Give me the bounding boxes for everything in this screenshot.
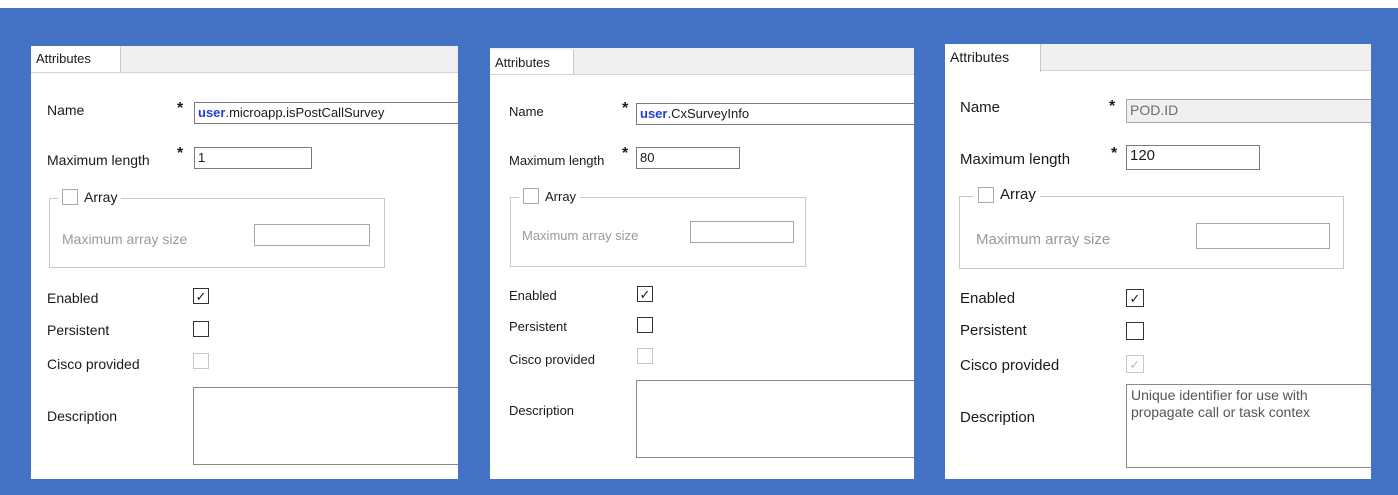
check-icon: ✓	[1129, 290, 1141, 306]
required-marker: *	[622, 100, 629, 117]
array-label: Array	[1000, 186, 1036, 203]
array-legend: Array	[974, 186, 1040, 203]
name-label: Name	[509, 104, 544, 119]
description-line: propagate call or task contex	[1131, 404, 1310, 420]
required-marker: *	[177, 100, 184, 117]
required-marker: *	[177, 145, 184, 162]
tab-attributes[interactable]: Attributes	[490, 50, 574, 74]
required-marker: *	[1111, 145, 1118, 162]
max-length-label: Maximum length	[47, 152, 150, 168]
persistent-checkbox[interactable]	[193, 321, 209, 337]
cisco-provided-label: Cisco provided	[47, 356, 140, 372]
enabled-label: Enabled	[47, 290, 99, 306]
cisco-provided-checkbox: ✓	[1126, 355, 1144, 373]
tab-strip: Attributes	[31, 46, 458, 73]
array-size-label: Maximum array size	[522, 228, 639, 243]
persistent-label: Persistent	[47, 322, 110, 338]
name-prefix: user	[640, 106, 668, 121]
array-label: Array	[545, 188, 577, 204]
tab-strip: Attributes	[490, 48, 914, 75]
description-label: Description	[47, 408, 118, 424]
attributes-panel-3: Attributes Name * POD.ID Maximum length …	[945, 44, 1371, 479]
enabled-checkbox[interactable]: ✓	[193, 288, 209, 304]
name-label: Name	[47, 102, 85, 118]
array-size-field[interactable]	[1196, 223, 1330, 249]
max-length-field[interactable]: 120	[1126, 145, 1260, 170]
name-value: .CxSurveyInfo	[667, 106, 750, 121]
max-length-label: Maximum length	[509, 153, 605, 168]
name-field[interactable]: user.microapp.isPostCallSurvey	[194, 102, 458, 124]
description-field[interactable]	[636, 380, 914, 458]
required-marker: *	[1109, 98, 1116, 115]
array-group: Array Maximum array size	[49, 189, 385, 268]
enabled-label: Enabled	[509, 288, 557, 303]
cisco-provided-label: Cisco provided	[960, 357, 1060, 374]
cisco-provided-checkbox	[193, 353, 209, 369]
array-checkbox[interactable]	[523, 188, 539, 204]
max-length-label: Maximum length	[960, 151, 1071, 168]
array-size-label: Maximum array size	[976, 231, 1111, 248]
description-field[interactable]	[193, 387, 458, 465]
persistent-label: Persistent	[509, 319, 567, 334]
top-border	[0, 0, 1398, 8]
array-group: Array Maximum array size	[510, 188, 806, 267]
cisco-provided-checkbox	[637, 348, 653, 364]
name-value: POD.ID	[1130, 102, 1179, 118]
array-checkbox[interactable]	[62, 189, 78, 205]
tab-strip: Attributes	[945, 44, 1371, 72]
array-label: Array	[84, 189, 118, 205]
tab-attributes[interactable]: Attributes	[31, 46, 121, 72]
tab-attributes[interactable]: Attributes	[945, 44, 1041, 72]
array-size-field[interactable]	[690, 221, 794, 243]
array-legend: Array	[58, 189, 122, 205]
description-line: Unique identifier for use with	[1131, 387, 1308, 403]
description-field[interactable]: Unique identifier for use with propagate…	[1126, 384, 1371, 468]
attributes-panel-2: Attributes Name * user.CxSurveyInfo Maxi…	[490, 48, 914, 479]
name-field[interactable]: user.CxSurveyInfo	[636, 103, 914, 125]
description-label: Description	[509, 403, 575, 418]
name-prefix: user	[198, 105, 226, 120]
cisco-provided-label: Cisco provided	[509, 352, 595, 367]
array-checkbox[interactable]	[978, 186, 994, 203]
enabled-checkbox[interactable]: ✓	[637, 286, 653, 302]
array-group: Array Maximum array size	[959, 186, 1344, 269]
persistent-checkbox[interactable]	[1126, 322, 1144, 340]
check-icon: ✓	[1129, 356, 1141, 372]
max-length-field[interactable]: 1	[194, 147, 312, 169]
array-legend: Array	[519, 188, 581, 204]
name-field[interactable]: POD.ID	[1126, 99, 1371, 123]
description-label: Description	[960, 409, 1036, 426]
array-size-field[interactable]	[254, 224, 370, 246]
required-marker: *	[622, 145, 629, 162]
name-label: Name	[960, 99, 1001, 116]
array-size-label: Maximum array size	[62, 231, 188, 247]
max-length-field[interactable]: 80	[636, 147, 740, 169]
enabled-label: Enabled	[960, 290, 1016, 307]
persistent-checkbox[interactable]	[637, 317, 653, 333]
name-value: .microapp.isPostCallSurvey	[225, 105, 385, 120]
check-icon: ✓	[639, 286, 651, 302]
attributes-panel-1: Attributes Name * user.microapp.isPostCa…	[31, 46, 458, 479]
persistent-label: Persistent	[960, 322, 1027, 339]
enabled-checkbox[interactable]: ✓	[1126, 289, 1144, 307]
check-icon: ✓	[195, 288, 207, 304]
